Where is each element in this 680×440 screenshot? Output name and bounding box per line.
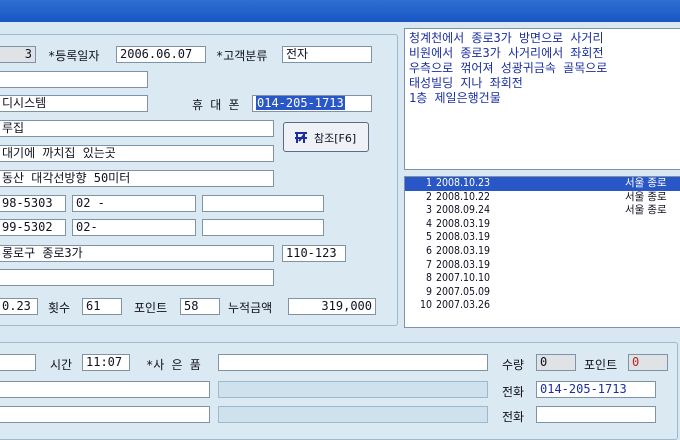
memo-line: 우측으로 꺾어져 성광귀금속 골목으로: [409, 61, 608, 75]
address-note-2-field[interactable]: 동산 대각선방향 50미터: [0, 170, 274, 187]
customer-name-field[interactable]: [0, 71, 148, 88]
list-item[interactable]: 4 2008.03.19: [405, 218, 680, 232]
order-date-field[interactable]: [0, 354, 36, 371]
row-no: 1: [425, 177, 432, 189]
row-no: 4: [425, 217, 432, 230]
list-item[interactable]: 2 2008.10.22 서울 종로: [405, 191, 680, 205]
title-bar: [0, 0, 680, 22]
row-date: 2007.05.09: [436, 285, 491, 298]
row-no: 2: [425, 190, 432, 203]
list-item[interactable]: 7 2008.03.19: [405, 259, 680, 273]
visit-count-field[interactable]: 61: [82, 298, 122, 315]
row-no: 8: [425, 272, 432, 285]
list-item[interactable]: 1 2008.10.23 서울 종로: [405, 177, 680, 191]
phone-1c-field[interactable]: [202, 195, 324, 212]
row-date: 2008.10.22: [436, 190, 491, 203]
row-date: 2008.03.19: [436, 258, 491, 271]
time-field[interactable]: 11:07: [82, 354, 130, 371]
store-field[interactable]: 루집: [0, 120, 274, 137]
order-field-b1[interactable]: [0, 406, 210, 423]
list-item[interactable]: 3 2008.09.24 서울 종로: [405, 204, 680, 218]
mobile-label: 휴 대 폰: [192, 98, 240, 112]
phone-2-label: 전화: [502, 410, 525, 424]
order-field-b2: [218, 406, 488, 423]
point-label: 포인트: [134, 301, 168, 315]
row-branch: 서울 종로: [625, 177, 667, 189]
time-label: 시간: [50, 358, 73, 372]
order-point-field[interactable]: 0: [628, 354, 668, 371]
point-field[interactable]: 58: [180, 298, 220, 315]
row-branch: 서울 종로: [625, 204, 667, 217]
order-field-a2: [218, 381, 488, 398]
reg-date-label: *등록일자: [48, 49, 100, 63]
phone-2-field[interactable]: 99-5302: [0, 219, 66, 236]
lookup-icon: [295, 132, 307, 143]
phone-1b-field[interactable]: 02 -: [72, 195, 196, 212]
directions-memo[interactable]: 청계천에서 종로3가 방면으로 사거리 비원에서 종로3가 사거리에서 좌회전 …: [404, 28, 680, 170]
row-date: 2008.03.19: [436, 231, 491, 244]
reference-button-label: 참조[F6]: [314, 132, 357, 145]
mobile-field[interactable]: 014-205-1713: [252, 95, 372, 112]
reference-button[interactable]: 참조[F6]: [283, 122, 369, 152]
list-item[interactable]: 8 2007.10.10: [405, 272, 680, 286]
list-item[interactable]: 9 2007.05.09: [405, 286, 680, 300]
order-field-a1[interactable]: [0, 381, 210, 398]
row-date: 2008.10.23: [436, 177, 491, 189]
row-date: 2008.09.24: [436, 204, 491, 217]
reg-date-field[interactable]: 2006.06.07: [116, 46, 206, 63]
list-item[interactable]: 10 2007.03.26: [405, 299, 680, 313]
row-no: 6: [425, 244, 432, 257]
phone-2b-field[interactable]: 02-: [72, 219, 196, 236]
row-branch: 서울 종로: [625, 190, 667, 203]
last-visit-field[interactable]: 0.23: [0, 298, 38, 315]
visit-count-label: 횟수: [48, 301, 71, 315]
row-date: 2007.03.26: [436, 299, 491, 312]
total-amount-label: 누적금액: [228, 301, 273, 315]
list-item[interactable]: 6 2008.03.19: [405, 245, 680, 259]
quantity-field[interactable]: 0: [536, 354, 576, 371]
company-field[interactable]: 디시스템: [0, 95, 148, 112]
memo-line: 태성빌딩 지나 좌회전: [409, 76, 523, 90]
row-no: 5: [425, 231, 432, 244]
phone-1-field[interactable]: 98-5303: [0, 195, 66, 212]
total-amount-field[interactable]: 319,000: [288, 298, 376, 315]
purchase-history-list[interactable]: 1 2008.10.23 서울 종로 2 2008.10.22 서울 종로 3 2008.…: [404, 176, 680, 328]
customer-no-field[interactable]: 3: [0, 46, 36, 63]
row-no: 7: [425, 258, 432, 271]
address-detail-field[interactable]: [0, 269, 274, 286]
row-no: 9: [425, 285, 432, 298]
phone-2c-field[interactable]: [202, 219, 324, 236]
order-phone-2-field[interactable]: [536, 406, 656, 423]
memo-line: 청계천에서 종로3가 방면으로 사거리: [409, 31, 604, 45]
mobile-value: 014-205-1713: [256, 96, 345, 110]
address-field[interactable]: 롱로구 종로3가: [0, 245, 274, 262]
row-no: 10: [419, 299, 432, 312]
row-date: 2007.10.10: [436, 272, 491, 285]
quantity-label: 수량: [502, 358, 525, 372]
row-date: 2008.03.19: [436, 244, 491, 257]
row-date: 2008.03.19: [436, 217, 491, 230]
memo-line: 비원에서 종로3가 사거리에서 좌회전: [409, 46, 604, 60]
address-note-1-field[interactable]: 대기에 까치집 있는곳: [0, 145, 274, 162]
phone-label: 전화: [502, 385, 525, 399]
list-item[interactable]: 5 2008.03.19: [405, 231, 680, 245]
customer-type-field[interactable]: 전자: [282, 46, 372, 63]
zip-field[interactable]: 110-123: [282, 245, 346, 262]
order-phone-field[interactable]: 014-205-1713: [536, 381, 656, 398]
customer-type-label: *고객분류: [216, 49, 268, 63]
memo-line: 1층 제일은행건물: [409, 91, 501, 105]
gift-field[interactable]: [218, 354, 488, 371]
gift-label: *사 은 품: [146, 358, 201, 372]
row-no: 3: [425, 204, 432, 217]
order-point-label: 포인트: [584, 358, 618, 372]
